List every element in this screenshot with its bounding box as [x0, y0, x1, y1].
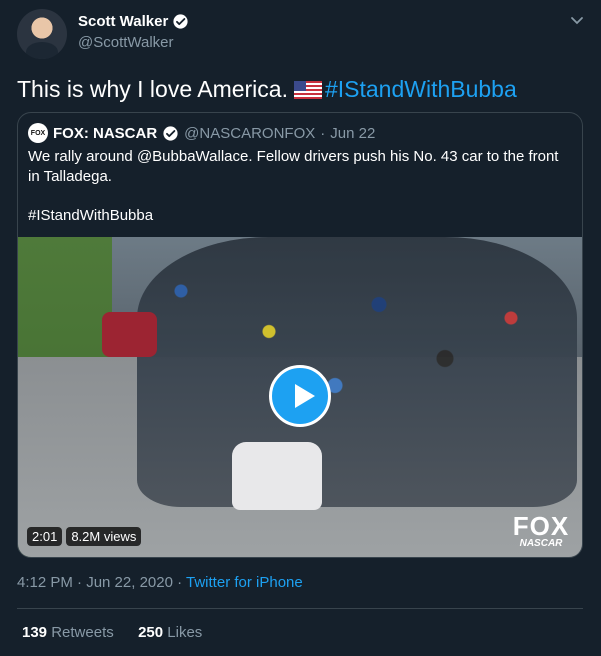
video-scene-crowd — [137, 237, 577, 507]
likes-count[interactable]: 250 — [138, 624, 163, 641]
tweet-time[interactable]: 4:12 PM · Jun 22, 2020 · — [17, 574, 182, 591]
fox-nascar-logo: FOX NASCAR — [511, 513, 571, 549]
quoted-text: We rally around @BubbaWallace. Fellow dr… — [28, 148, 559, 185]
author-handle[interactable]: @ScottWalker — [78, 34, 174, 51]
video-info-badges: 2:01 8.2M views — [27, 527, 142, 546]
tweet-text: This is why I love America. #IStandWithB… — [17, 76, 517, 103]
play-button-icon[interactable] — [269, 365, 331, 427]
verified-badge-icon — [173, 14, 188, 29]
video-scene-red-car — [102, 312, 157, 357]
tweet-timestamp: 4:12 PM · Jun 22, 2020 · Twitter for iPh… — [17, 574, 303, 591]
quoted-date: Jun 22 — [330, 124, 376, 142]
quoted-separator: · — [320, 124, 326, 142]
tweet-hashtag[interactable]: #IStandWithBubba — [325, 76, 517, 102]
tweet-stats: 139 Retweets 250 Likes — [22, 624, 202, 641]
fox-logo-text: FOX — [512, 511, 570, 541]
chevron-down-icon[interactable] — [569, 12, 585, 28]
video-scene-white-car — [232, 442, 322, 510]
author-name[interactable]: Scott Walker — [78, 13, 168, 30]
retweets-count[interactable]: 139 — [22, 624, 47, 641]
quoted-tweet[interactable]: FOX FOX: NASCAR @NASCARONFOX · Jun 22 We… — [17, 112, 583, 558]
likes-label[interactable]: Likes — [167, 624, 202, 641]
video-duration: 2:01 — [27, 527, 63, 546]
video-views: 8.2M views — [66, 527, 142, 546]
quoted-header: FOX FOX: NASCAR @NASCARONFOX · Jun 22 — [28, 123, 375, 143]
quoted-handle: @NASCARONFOX — [184, 124, 316, 142]
divider — [17, 608, 583, 609]
tweet-body: This is why I love America. — [17, 76, 288, 102]
quoted-avatar: FOX — [28, 123, 48, 143]
tweet-source[interactable]: Twitter for iPhone — [186, 574, 303, 591]
video-player[interactable]: 2:01 8.2M views FOX NASCAR — [18, 237, 582, 557]
nascar-logo-text: NASCAR — [519, 538, 563, 549]
verified-badge-icon — [163, 125, 178, 141]
author-name-row[interactable]: Scott Walker — [78, 13, 189, 30]
author-avatar[interactable] — [17, 9, 67, 59]
quoted-hashtag: #IStandWithBubba — [28, 207, 154, 224]
quoted-name: FOX: NASCAR — [53, 124, 158, 142]
retweets-label[interactable]: Retweets — [51, 624, 114, 641]
us-flag-icon — [293, 81, 322, 99]
